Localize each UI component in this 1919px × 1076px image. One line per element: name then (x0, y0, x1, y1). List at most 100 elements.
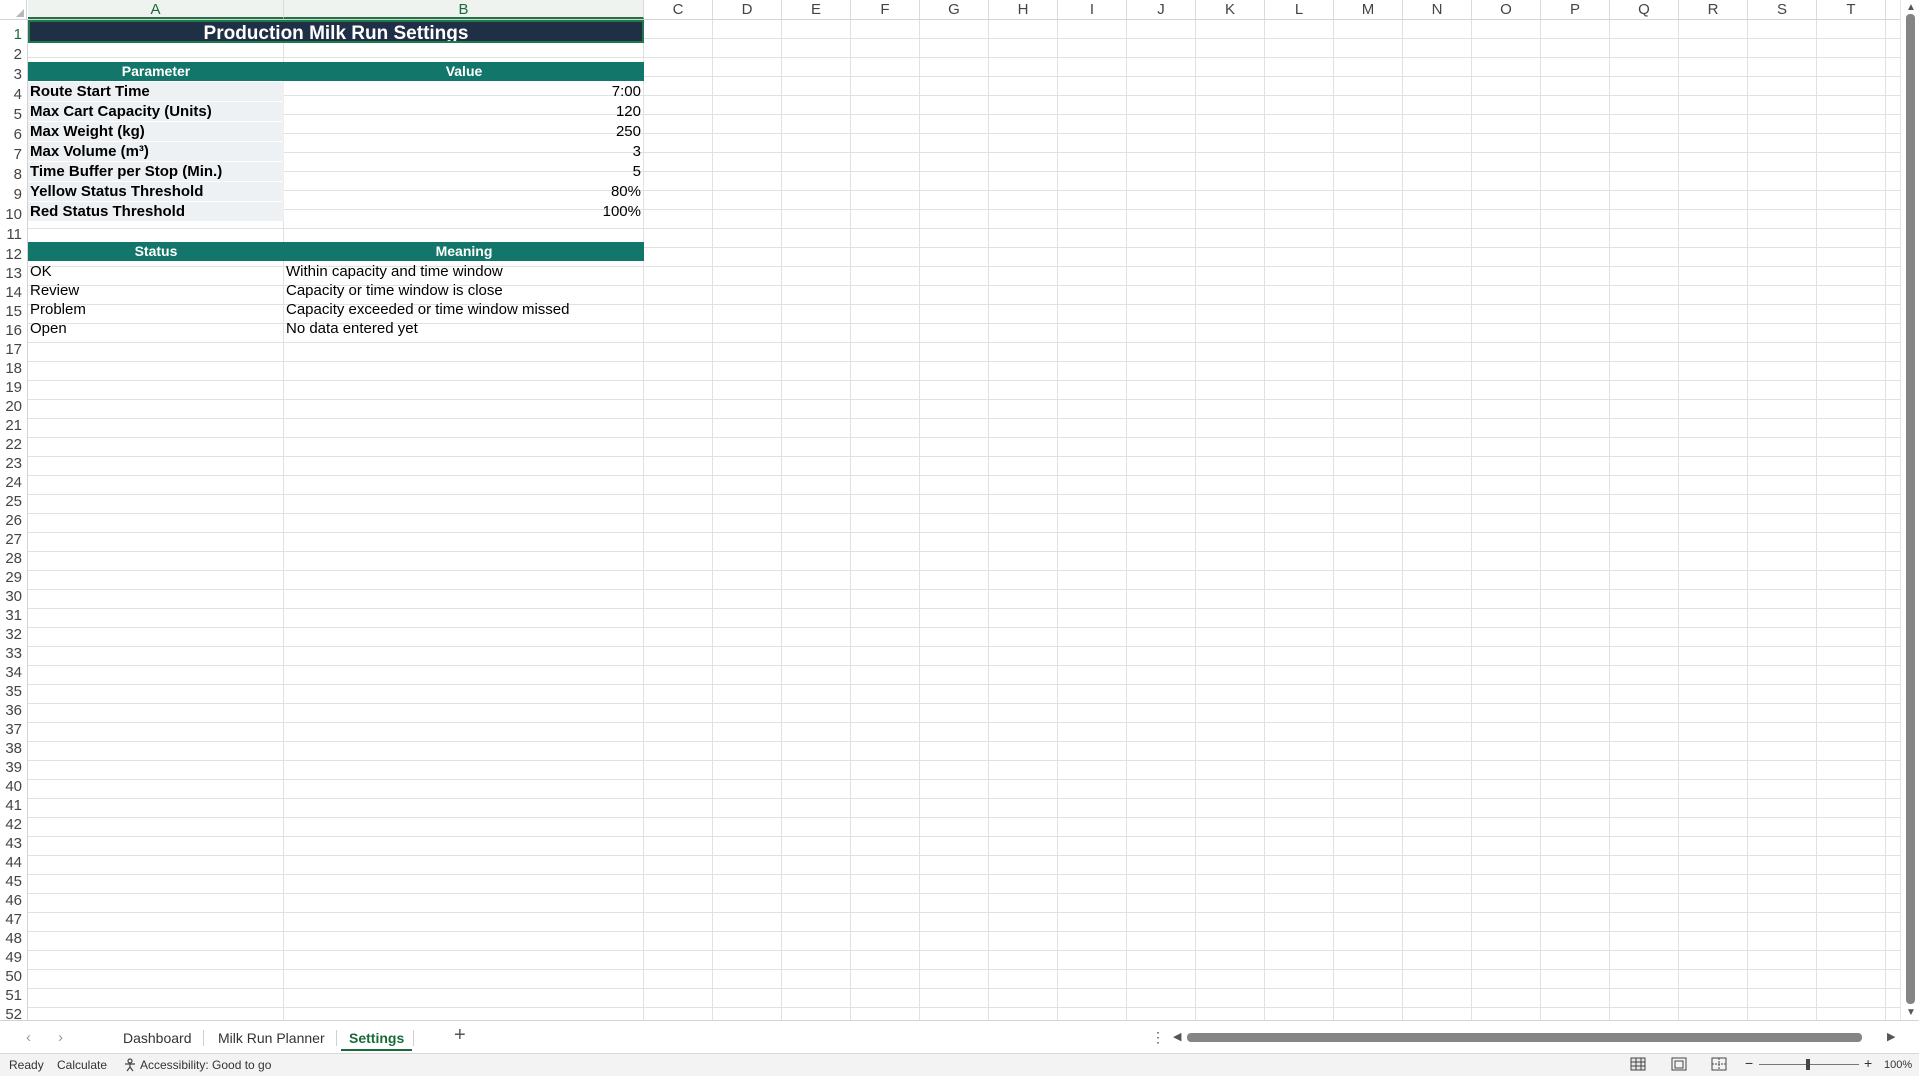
more-options-icon[interactable]: ⋮ (1151, 1029, 1165, 1046)
row-header[interactable]: 27 (0, 530, 27, 549)
row-header[interactable]: 12 (0, 245, 27, 264)
status-name-cell[interactable]: OK (28, 262, 284, 281)
row-header[interactable]: 21 (0, 416, 27, 435)
param-value-cell[interactable]: 80% (284, 182, 644, 201)
column-header-t[interactable]: T (1817, 0, 1886, 19)
zoom-in-button[interactable]: + (1864, 1056, 1872, 1070)
column-header-s[interactable]: S (1748, 0, 1817, 19)
column-header-h[interactable]: H (989, 0, 1058, 19)
column-header-f[interactable]: F (851, 0, 920, 19)
row-header[interactable]: 14 (0, 283, 27, 302)
column-header-d[interactable]: D (713, 0, 782, 19)
scroll-down-icon[interactable]: ▼ (1906, 1007, 1916, 1018)
row-header[interactable]: 17 (0, 340, 27, 359)
worksheet-grid[interactable]: Production Milk Run Settings Parameter V… (28, 20, 1900, 1020)
row-header[interactable]: 8 (0, 165, 27, 184)
horizontal-scroll-thumb[interactable] (1187, 1033, 1862, 1042)
row-header[interactable]: 2 (0, 45, 27, 64)
status-meaning-cell[interactable]: Capacity exceeded or time window missed (284, 300, 644, 319)
parameter-header-cell[interactable]: Parameter (28, 62, 284, 81)
accessibility-icon[interactable] (123, 1058, 137, 1075)
column-header-a[interactable]: A (28, 0, 284, 19)
param-value-cell[interactable]: 7:00 (284, 82, 644, 101)
status-name-cell[interactable]: Open (28, 319, 284, 338)
zoom-out-button[interactable]: − (1745, 1056, 1753, 1070)
row-header[interactable]: 38 (0, 739, 27, 758)
vertical-scrollbar[interactable]: ▲ ▼ (1900, 0, 1919, 1020)
param-label-cell[interactable]: Max Cart Capacity (Units) (28, 102, 284, 121)
column-header-j[interactable]: J (1127, 0, 1196, 19)
row-header[interactable]: 39 (0, 758, 27, 777)
row-header[interactable]: 44 (0, 853, 27, 872)
status-meaning-cell[interactable]: Capacity or time window is close (284, 281, 644, 300)
prev-sheet-icon[interactable]: ‹ (26, 1029, 31, 1046)
column-header-r[interactable]: R (1679, 0, 1748, 19)
param-value-cell[interactable]: 250 (284, 122, 644, 141)
row-header[interactable]: 28 (0, 549, 27, 568)
row-header[interactable]: 40 (0, 777, 27, 796)
column-header-q[interactable]: Q (1610, 0, 1679, 19)
row-header[interactable]: 18 (0, 359, 27, 378)
param-label-cell[interactable]: Red Status Threshold (28, 202, 284, 221)
scroll-left-icon[interactable]: ◀ (1173, 1030, 1181, 1043)
row-header[interactable]: 50 (0, 967, 27, 986)
row-header[interactable]: 42 (0, 815, 27, 834)
zoom-level[interactable]: 100% (1884, 1058, 1912, 1072)
value-header-cell[interactable]: Value (284, 62, 644, 81)
row-header[interactable]: 45 (0, 872, 27, 891)
column-header-c[interactable]: C (644, 0, 713, 19)
column-header-m[interactable]: M (1334, 0, 1403, 19)
param-label-cell[interactable]: Route Start Time (28, 82, 284, 101)
column-header-p[interactable]: P (1541, 0, 1610, 19)
row-header[interactable]: 34 (0, 663, 27, 682)
normal-view-icon[interactable] (1630, 1057, 1646, 1071)
param-label-cell[interactable]: Yellow Status Threshold (28, 182, 284, 201)
column-header-i[interactable]: I (1058, 0, 1127, 19)
column-header-o[interactable]: O (1472, 0, 1541, 19)
row-header[interactable]: 11 (0, 225, 27, 244)
status-meaning-cell[interactable]: Within capacity and time window (284, 262, 644, 281)
column-header-l[interactable]: L (1265, 0, 1334, 19)
row-header[interactable]: 15 (0, 302, 27, 321)
tab-settings[interactable]: Settings (341, 1027, 413, 1051)
column-header-n[interactable]: N (1403, 0, 1472, 19)
row-header[interactable]: 31 (0, 606, 27, 625)
row-header[interactable]: 3 (0, 65, 27, 84)
row-header[interactable]: 30 (0, 587, 27, 606)
row-header[interactable]: 20 (0, 397, 27, 416)
row-header[interactable]: 32 (0, 625, 27, 644)
row-header[interactable]: 7 (0, 145, 27, 164)
status-header-cell[interactable]: Status (28, 242, 284, 261)
row-header[interactable]: 19 (0, 378, 27, 397)
row-header[interactable]: 47 (0, 910, 27, 929)
row-header[interactable]: 5 (0, 105, 27, 124)
row-header[interactable]: 37 (0, 720, 27, 739)
row-header[interactable]: 23 (0, 454, 27, 473)
row-header[interactable]: 6 (0, 125, 27, 144)
row-header[interactable]: 41 (0, 796, 27, 815)
sheet-title-cell[interactable]: Production Milk Run Settings (28, 20, 644, 43)
param-value-cell[interactable]: 3 (284, 142, 644, 161)
tab-dashboard[interactable]: Dashboard (115, 1027, 200, 1049)
param-label-cell[interactable]: Max Volume (m³) (28, 142, 284, 161)
scroll-right-icon[interactable]: ▶ (1887, 1030, 1895, 1043)
row-header[interactable]: 25 (0, 492, 27, 511)
param-value-cell[interactable]: 5 (284, 162, 644, 181)
row-header[interactable]: 51 (0, 986, 27, 1005)
row-header[interactable]: 9 (0, 185, 27, 204)
row-header[interactable]: 26 (0, 511, 27, 530)
row-header[interactable]: 48 (0, 929, 27, 948)
row-header[interactable]: 35 (0, 682, 27, 701)
status-name-cell[interactable]: Problem (28, 300, 284, 319)
row-header[interactable]: 49 (0, 948, 27, 967)
meaning-header-cell[interactable]: Meaning (284, 242, 644, 261)
accessibility-status[interactable]: Accessibility: Good to go (140, 1058, 271, 1072)
status-meaning-cell[interactable]: No data entered yet (284, 319, 644, 338)
select-all-icon[interactable] (0, 0, 27, 19)
column-header-k[interactable]: K (1196, 0, 1265, 19)
row-header[interactable]: 46 (0, 891, 27, 910)
param-value-cell[interactable]: 100% (284, 202, 644, 221)
param-label-cell[interactable]: Time Buffer per Stop (Min.) (28, 162, 284, 181)
row-header[interactable]: 43 (0, 834, 27, 853)
status-name-cell[interactable]: Review (28, 281, 284, 300)
